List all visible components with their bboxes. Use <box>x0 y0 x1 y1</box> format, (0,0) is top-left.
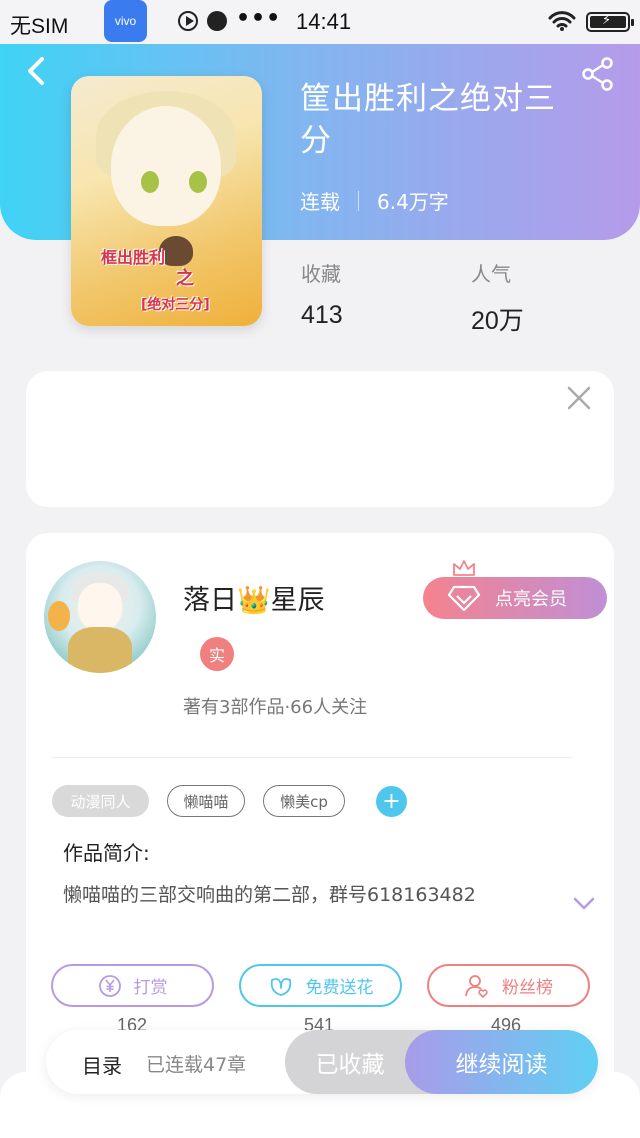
cover-illustration-eye <box>189 171 207 193</box>
collect-stat: 收藏 413 <box>301 258 343 330</box>
divider <box>358 190 359 211</box>
vip-button-label: 点亮会员 <box>495 589 567 610</box>
popularity-stat: 人气 20万 <box>471 258 524 337</box>
cover-illustration-face <box>111 106 221 226</box>
author-name[interactable]: 落日👑星辰 <box>183 578 325 617</box>
intro-heading: 作品简介: <box>63 841 150 865</box>
tip-button[interactable]: 打赏 <box>51 964 214 1007</box>
tag-item[interactable]: 懒美cp <box>263 785 345 817</box>
serial-status: 连载 <box>300 190 340 214</box>
play-icon <box>178 11 198 31</box>
avatar[interactable] <box>44 561 156 673</box>
carrier-label: 无SIM <box>10 15 69 38</box>
cover-illustration-eye <box>141 171 159 193</box>
avatar-decoration <box>48 601 70 631</box>
diamond-icon <box>447 585 481 612</box>
favorited-label: 已收藏 <box>315 1052 385 1078</box>
word-count: 6.4万字 <box>377 190 449 214</box>
book-cover[interactable]: 框出胜利 之 [绝对三分] <box>71 76 262 326</box>
cover-title-text: [绝对三分] <box>141 297 210 313</box>
fans-icon <box>465 974 488 998</box>
charging-icon: ⚡ <box>602 13 612 28</box>
tag-item[interactable]: 动漫同人 <box>52 785 149 817</box>
send-flower-button[interactable]: 免费送花 <box>239 964 402 1007</box>
cover-title-text: 框出胜利 <box>101 248 166 267</box>
verified-badge: 实 <box>200 637 234 671</box>
crown-icon <box>453 560 475 576</box>
close-icon[interactable] <box>566 385 592 411</box>
book-status-line: 连载 6.4万字 <box>300 186 449 215</box>
yuan-icon <box>98 974 121 997</box>
popularity-label: 人气 <box>471 262 511 286</box>
ad-card <box>26 371 614 507</box>
tag-item[interactable]: 懒喵喵 <box>167 785 245 817</box>
divider <box>52 757 572 758</box>
collect-value: 413 <box>301 301 343 329</box>
back-arrow-icon[interactable] <box>20 55 52 87</box>
author-meta: 著有3部作品·66人关注 <box>183 697 368 718</box>
share-icon[interactable] <box>580 56 616 92</box>
clock: 14:41 <box>296 9 352 34</box>
cover-title-text: 之 <box>176 268 194 289</box>
avatar-body <box>68 627 132 673</box>
more-notifications-icon: ••• <box>236 6 282 31</box>
vivo-app-icon: vivo <box>104 0 147 42</box>
continue-reading-button[interactable]: 继续阅读 <box>405 1030 598 1094</box>
avatar-face <box>78 583 122 631</box>
book-title: 筐出胜利之绝对三分 <box>300 81 556 159</box>
chapter-count[interactable]: 已连载47章 <box>146 1050 246 1077</box>
fans-rank-label: 粉丝榜 <box>502 978 553 998</box>
send-flower-label: 免费送花 <box>305 978 374 998</box>
intro-text: 懒喵喵的三部交响曲的第二部，群号618163482 <box>63 884 476 906</box>
wifi-icon <box>548 11 576 31</box>
fans-rank-button[interactable]: 粉丝榜 <box>427 964 590 1007</box>
popularity-value: 20万 <box>471 307 524 335</box>
globe-icon <box>207 11 227 31</box>
tip-button-label: 打赏 <box>133 978 168 998</box>
continue-reading-label: 继续阅读 <box>455 1052 548 1078</box>
flower-icon <box>270 977 291 996</box>
status-bar: 无SIM vivo ••• 14:41 ⚡ <box>0 0 640 44</box>
add-tag-button[interactable]: + <box>376 786 407 817</box>
chevron-down-icon[interactable] <box>572 896 596 912</box>
toc-button[interactable]: 目录 <box>82 1050 122 1079</box>
collect-label: 收藏 <box>301 262 341 286</box>
